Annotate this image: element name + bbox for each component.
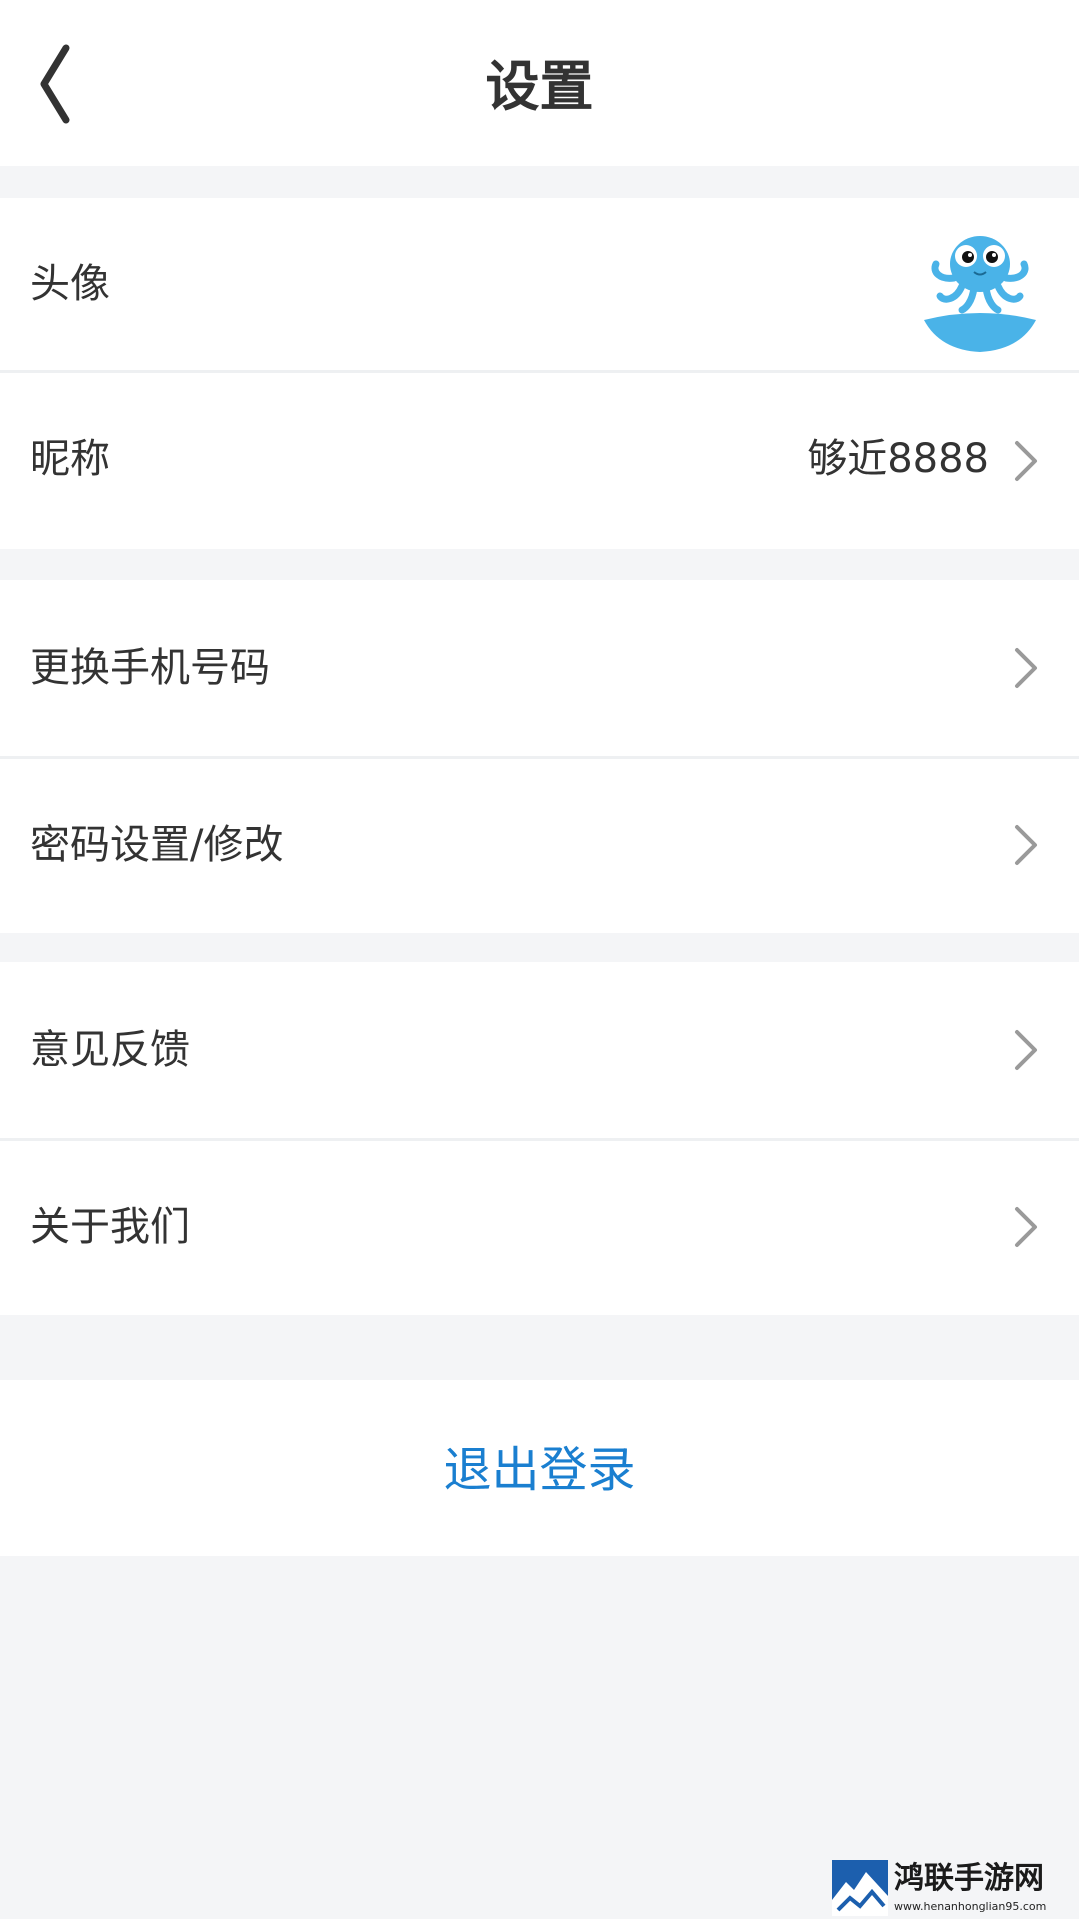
change-phone-row[interactable]: 更换手机号码 [0,580,1079,756]
header-bar: 设置 [0,0,1079,166]
watermark-title: 鸿联手游网 [894,1861,1044,1896]
feedback-row[interactable]: 意见反馈 [0,962,1079,1138]
change-phone-label: 更换手机号码 [30,645,270,691]
logout-label: 退出登录 [443,1442,636,1498]
chevron-right-icon [1015,825,1037,865]
chevron-right-icon [1015,1207,1037,1247]
page-title: 设置 [485,55,594,118]
nickname-row[interactable]: 昵称 够近8888 [0,373,1079,549]
avatar-row[interactable]: 头像 [0,198,1079,370]
password-row[interactable]: 密码设置/修改 [0,759,1079,933]
about-us-label: 关于我们 [30,1204,190,1250]
nickname-label: 昵称 [30,436,110,482]
logout-button[interactable]: 退出登录 [0,1380,1079,1556]
chevron-right-icon [1015,648,1037,688]
chevron-right-icon [1015,441,1037,481]
avatar [924,236,1036,352]
watermark-url: www.henanhonglian95.com [894,1900,1047,1913]
about-us-row[interactable]: 关于我们 [0,1141,1079,1315]
watermark: 鸿联手游网 www.henanhonglian95.com [832,1860,1072,1916]
feedback-label: 意见反馈 [30,1027,190,1073]
password-label: 密码设置/修改 [30,822,284,868]
nickname-value: 够近8888 [807,436,989,482]
chevron-right-icon [1015,1030,1037,1070]
avatar-label: 头像 [30,261,110,307]
watermark-logo-icon [832,1860,888,1916]
